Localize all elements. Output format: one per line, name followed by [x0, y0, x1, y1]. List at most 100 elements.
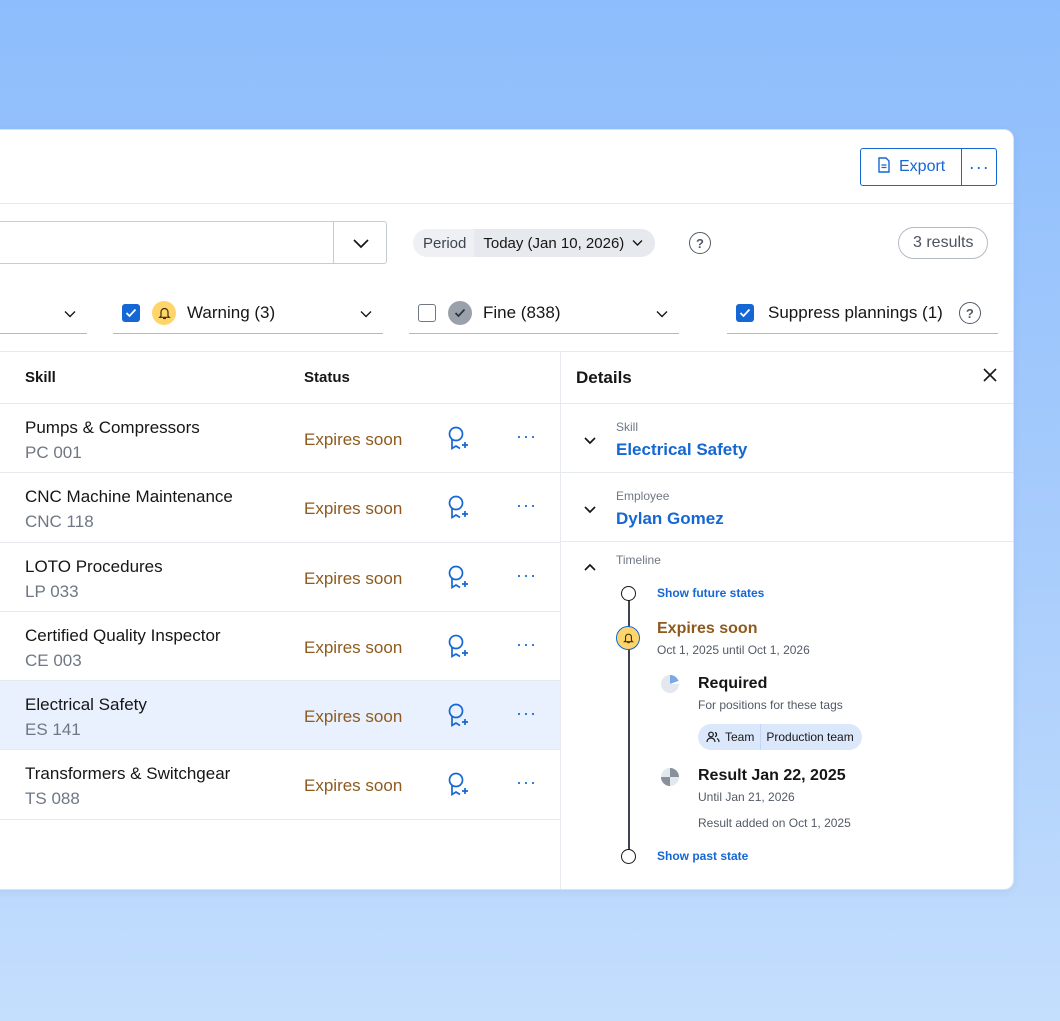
close-icon[interactable]	[981, 366, 999, 389]
show-past-state-link[interactable]: Show past state	[657, 849, 748, 863]
skill-label: Skill	[616, 420, 639, 434]
export-button[interactable]: Export	[861, 149, 963, 185]
timeline-node-past	[621, 849, 636, 864]
skill-section[interactable]: Skill Electrical Safety	[561, 404, 1013, 473]
details-title: Details	[576, 368, 632, 387]
timeline-node-future	[621, 586, 636, 601]
search-combobox[interactable]	[0, 221, 387, 264]
help-icon[interactable]: ?	[689, 232, 711, 254]
column-header-status[interactable]: Status	[304, 369, 350, 386]
skill-name: Pumps & Compressors	[25, 418, 200, 437]
suppress-plannings-checkbox[interactable]	[736, 304, 754, 322]
help-icon[interactable]: ?	[958, 302, 981, 324]
expires-soon-range: Oct 1, 2025 until Oct 1, 2026	[657, 643, 810, 657]
table-body: Pumps & Compressors PC 001 Expires soon ···…	[0, 404, 560, 820]
warning-label: Warning (3)	[187, 303, 276, 322]
skill-code: TS 088	[25, 789, 80, 809]
chevron-down-icon	[632, 240, 643, 246]
table-row[interactable]: CNC Machine Maintenance CNC 118 Expires so…	[0, 473, 560, 543]
tag-group: Team Production team	[698, 724, 862, 750]
row-more-button[interactable]: ···	[516, 634, 537, 655]
timeline-label: Timeline	[616, 553, 661, 567]
chevron-down-icon[interactable]	[583, 433, 597, 451]
status-filter-dropdown[interactable]	[0, 293, 87, 334]
more-options-button[interactable]: ···	[962, 149, 996, 185]
status-text: Expires soon	[304, 430, 403, 449]
status-text: Expires soon	[304, 568, 403, 588]
add-certificate-icon[interactable]	[447, 772, 469, 803]
table-row[interactable]: Certified Quality Inspector CE 003 Expires…	[0, 612, 560, 682]
export-button-group: Export ···	[860, 148, 998, 186]
add-certificate-icon[interactable]	[447, 495, 469, 526]
add-certificate-icon[interactable]	[447, 634, 469, 665]
table-row[interactable]: Transformers & Switchgear TS 088 Expires s…	[0, 750, 560, 820]
warning-checkbox[interactable]	[122, 304, 140, 322]
result-pie-icon	[660, 767, 680, 792]
table-row[interactable]: LOTO Procedures LP 033 Expires soon ···	[0, 543, 560, 612]
employee-section[interactable]: Employee Dylan Gomez	[561, 473, 1013, 542]
row-more-button[interactable]: ···	[516, 426, 537, 447]
tag-team[interactable]: Team	[698, 724, 762, 750]
skill-name: LOTO Procedures	[25, 556, 163, 576]
chevron-down-icon	[359, 306, 373, 326]
period-value-text: Today (Jan 10, 2026)	[483, 234, 625, 252]
fine-checkbox[interactable]	[418, 304, 436, 322]
result-title: Result Jan 22, 2025	[698, 767, 846, 784]
add-certificate-icon[interactable]	[447, 426, 469, 457]
timeline-section: Timeline Show future states Expires soon…	[561, 542, 1013, 882]
document-icon	[877, 156, 891, 178]
row-more-button[interactable]: ···	[516, 495, 537, 516]
top-bar: Export ···	[0, 130, 1013, 204]
row-more-button[interactable]: ···	[516, 703, 537, 724]
export-label: Export	[899, 158, 946, 175]
chevron-down-icon[interactable]	[352, 234, 370, 257]
row-more-button[interactable]: ···	[516, 772, 537, 793]
tag-production-team[interactable]: Production team	[761, 730, 861, 744]
skills-table: Skill Status Pumps & Compressors PC 001 Ex…	[0, 351, 561, 889]
skill-name: Certified Quality Inspector	[25, 625, 221, 645]
fine-filter-dropdown[interactable]: Fine (838)	[409, 293, 679, 334]
fine-label: Fine (838)	[483, 303, 561, 322]
skill-name: Transformers & Switchgear	[25, 764, 231, 784]
table-row[interactable]: Electrical Safety ES 141 Expires soon ···	[0, 681, 560, 751]
status-text: Expires soon	[304, 776, 403, 796]
results-count: 3 results	[898, 227, 989, 259]
row-more-button[interactable]: ···	[516, 565, 537, 586]
add-certificate-icon[interactable]	[447, 565, 469, 596]
table-row[interactable]: Pumps & Compressors PC 001 Expires soon ···	[0, 404, 560, 474]
skill-link[interactable]: Electrical Safety	[616, 440, 747, 460]
period-selector[interactable]: Period Today (Jan 10, 2026)	[413, 229, 656, 257]
skill-code: ES 141	[25, 720, 81, 740]
status-text: Expires soon	[304, 637, 403, 657]
required-subtitle: For positions for these tags	[698, 698, 843, 712]
employee-link[interactable]: Dylan Gomez	[616, 509, 724, 529]
expires-soon-title: Expires soon	[657, 620, 758, 637]
chevron-down-icon	[63, 306, 77, 326]
skill-code: CNC 118	[25, 512, 94, 532]
skill-name: Electrical Safety	[25, 695, 147, 715]
checkmark-icon	[448, 301, 472, 325]
suppress-plannings-label: Suppress plannings (1)	[768, 303, 943, 322]
required-title: Required	[698, 675, 768, 692]
tag-team-label: Team	[725, 730, 755, 744]
result-added: Result added on Oct 1, 2025	[698, 816, 851, 830]
combobox-divider	[333, 222, 334, 263]
column-header-skill[interactable]: Skill	[25, 369, 56, 386]
warning-filter-dropdown[interactable]: Warning (3)	[113, 293, 383, 334]
result-until: Until Jan 21, 2026	[698, 790, 795, 804]
chevron-down-icon[interactable]	[583, 502, 597, 520]
skill-name: CNC Machine Maintenance	[25, 487, 233, 507]
show-future-states-link[interactable]: Show future states	[657, 586, 764, 600]
add-certificate-icon[interactable]	[447, 703, 469, 734]
required-pie-icon	[660, 674, 680, 699]
period-value[interactable]: Today (Jan 10, 2026)	[474, 229, 656, 257]
details-panel: Details Skill Electrical Safety Employee…	[561, 351, 1013, 889]
status-text: Expires soon	[304, 707, 403, 727]
suppress-plannings-filter[interactable]: Suppress plannings (1) ?	[727, 293, 998, 334]
chevron-up-icon[interactable]	[583, 559, 597, 577]
employee-label: Employee	[616, 489, 670, 503]
chevron-down-icon	[655, 306, 669, 326]
skill-code: CE 003	[25, 650, 82, 670]
skills-window: Export ··· Period Today (Jan 10, 2026) ?…	[0, 129, 1014, 890]
bell-icon	[152, 301, 176, 325]
